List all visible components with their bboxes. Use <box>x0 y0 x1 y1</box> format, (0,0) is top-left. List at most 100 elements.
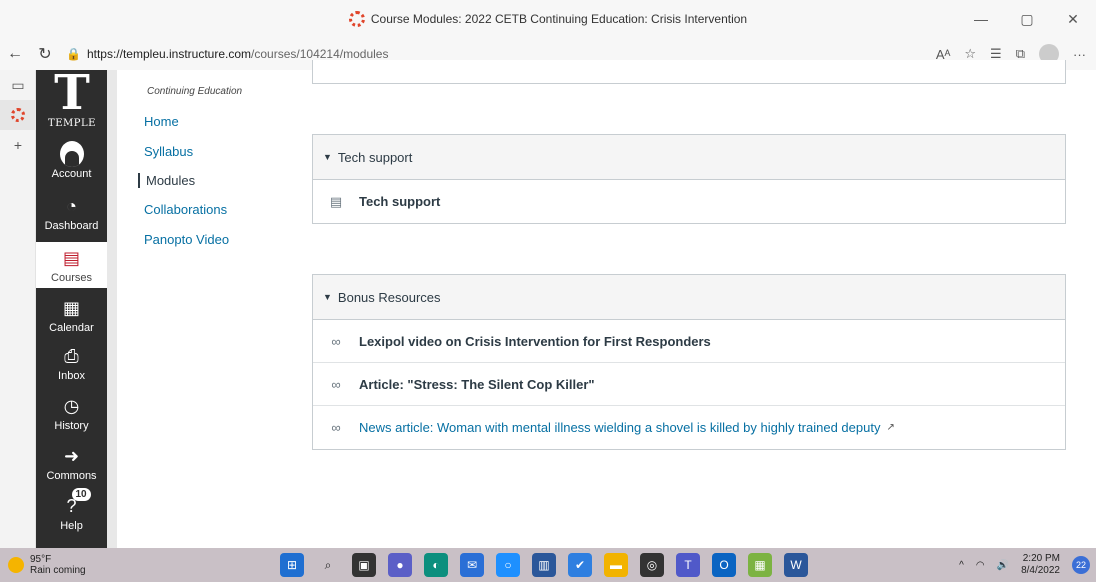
store-icon[interactable]: ▥ <box>532 553 556 577</box>
minimize-button[interactable]: — <box>958 0 1004 38</box>
account-icon <box>59 141 84 167</box>
module-tech-support: ▼ Tech support ▤ Tech support <box>312 134 1066 224</box>
course-nav-collaborations[interactable]: Collaborations <box>144 202 227 217</box>
cortana-icon[interactable]: ○ <box>496 553 520 577</box>
nav-label: Commons <box>46 470 97 482</box>
global-nav-scrollbar[interactable] <box>107 70 117 548</box>
mail-icon[interactable]: ✉ <box>460 553 484 577</box>
wifi-icon[interactable]: ◠ <box>976 560 985 571</box>
inbox-icon: ⎙ <box>64 345 79 366</box>
todo-icon[interactable]: ✔ <box>568 553 592 577</box>
help-badge: 10 <box>71 488 91 501</box>
teams-icon[interactable]: T <box>676 553 700 577</box>
taskbar: 95°F Rain coming ⊞ ⌕ ▣ ● ◐ ✉ ○ ▥ ✔ ▬ ◎ T… <box>0 548 1096 582</box>
nav-history[interactable]: ◷ History <box>36 394 107 433</box>
window-title: Course Modules: 2022 CETB Continuing Edu… <box>348 11 748 27</box>
volume-icon[interactable]: 🔊 <box>997 560 1009 571</box>
nav-inbox[interactable]: ⎙ Inbox <box>36 344 107 383</box>
temple-t-icon: T <box>54 65 90 121</box>
close-window-button[interactable]: ✕ <box>1050 0 1096 38</box>
weather-widget[interactable]: 95°F Rain coming <box>0 554 200 576</box>
tray-chevron-icon[interactable]: ^ <box>959 560 964 571</box>
word-icon[interactable]: W <box>784 553 808 577</box>
chat-icon[interactable]: ● <box>388 553 412 577</box>
clock[interactable]: 2:20 PM 8/4/2022 <box>1021 553 1060 577</box>
dashboard-icon: ◔ <box>66 195 77 216</box>
global-nav: T TEMPLE Account ◔ Dashboard ▤ Courses ▦… <box>36 65 117 548</box>
browser-tab-strip: ▭ + <box>0 70 36 548</box>
nav-account[interactable]: Account <box>36 141 107 180</box>
lock-icon: 🔒 <box>66 47 81 61</box>
link-icon: ∞ <box>331 376 341 392</box>
restore-button[interactable]: ▢ <box>1004 0 1050 38</box>
task-view-icon[interactable]: ▣ <box>352 553 376 577</box>
page-icon: ▤ <box>329 193 343 209</box>
module-item[interactable]: ▤ Tech support <box>313 180 1065 223</box>
module-item[interactable]: ∞ Article: "Stress: The Silent Cop Kille… <box>313 363 1065 406</box>
nav-help[interactable]: ? 10 Help <box>36 488 107 532</box>
course-nav-panopto[interactable]: Panopto Video <box>144 232 229 247</box>
outlook-icon[interactable]: O <box>712 553 736 577</box>
course-nav: Continuing Education Home Syllabus Modul… <box>117 70 297 548</box>
link-icon: ∞ <box>331 333 341 349</box>
refresh-button[interactable]: ↻ <box>30 40 60 68</box>
module-item-title[interactable]: Article: "Stress: The Silent Cop Killer" <box>359 377 595 392</box>
course-nav-home[interactable]: Home <box>144 114 179 129</box>
start-icon[interactable]: ⊞ <box>280 553 304 577</box>
url-path: /courses/104214/modules <box>251 47 389 61</box>
tab-actions-icon[interactable]: ▭ <box>0 70 36 100</box>
clock-date: 8/4/2022 <box>1021 565 1060 576</box>
new-tab-icon[interactable]: + <box>0 130 36 160</box>
module-bonus-resources: ▼ Bonus Resources ∞ Lexipol video on Cri… <box>312 274 1066 450</box>
course-nav-syllabus[interactable]: Syllabus <box>144 144 193 159</box>
nav-label: History <box>54 420 89 432</box>
commons-icon: ➜ <box>63 445 80 466</box>
collapse-caret-icon: ▼ <box>323 292 332 302</box>
module-item-title[interactable]: News article: Woman with mental illness … <box>359 420 880 435</box>
chrome-icon[interactable]: ◎ <box>640 553 664 577</box>
link-icon: ∞ <box>331 420 341 435</box>
app-icon[interactable]: ▦ <box>748 553 772 577</box>
nav-calendar[interactable]: ▦ Calendar <box>36 296 107 335</box>
taskbar-apps: ⊞ ⌕ ▣ ● ◐ ✉ ○ ▥ ✔ ▬ ◎ T O ▦ W <box>280 553 808 577</box>
window-title-text: Course Modules: 2022 CETB Continuing Edu… <box>370 12 748 26</box>
collapse-caret-icon: ▼ <box>323 152 332 162</box>
module-header[interactable]: ▼ Bonus Resources <box>313 275 1065 320</box>
course-nav-modules[interactable]: Modules <box>138 173 195 188</box>
window-titlebar: Course Modules: 2022 CETB Continuing Edu… <box>0 0 1096 38</box>
weather-icon <box>8 557 24 573</box>
module-item-title[interactable]: Tech support <box>359 194 440 209</box>
history-icon: ◷ <box>63 395 80 416</box>
nav-label: Inbox <box>58 370 85 382</box>
edge-icon[interactable]: ◐ <box>424 553 448 577</box>
weather-temp: 95°F <box>30 554 52 565</box>
nav-courses[interactable]: ▤ Courses <box>36 242 107 288</box>
nav-dashboard[interactable]: ◔ Dashboard <box>36 194 107 233</box>
module-partial <box>312 60 1066 84</box>
weather-desc: Rain coming <box>30 565 86 576</box>
module-title: Tech support <box>337 149 413 165</box>
system-tray: ^ ◠ 🔊 2:20 PM 8/4/2022 22 <box>959 548 1090 582</box>
help-icon: ? 10 <box>60 488 91 518</box>
url-host: https://templeu.instructure.com <box>86 47 252 61</box>
module-item-title[interactable]: Lexipol video on Crisis Intervention for… <box>359 334 711 349</box>
back-button[interactable]: ← <box>0 40 30 68</box>
window-controls: — ▢ ✕ <box>958 0 1096 38</box>
canvas-favicon-icon <box>348 11 365 27</box>
notification-badge[interactable]: 22 <box>1072 556 1090 574</box>
nav-label: Account <box>51 168 92 180</box>
canvas-tab-icon[interactable] <box>0 100 36 130</box>
clock-time: 2:20 PM <box>1022 553 1060 564</box>
nav-label: Courses <box>51 272 92 284</box>
search-icon[interactable]: ⌕ <box>316 553 340 577</box>
module-header[interactable]: ▼ Tech support <box>313 135 1065 180</box>
nav-commons[interactable]: ➜ Commons <box>36 444 107 483</box>
temple-wordmark: TEMPLE <box>48 118 96 129</box>
file-explorer-icon[interactable]: ▬ <box>604 553 628 577</box>
more-menu-icon[interactable]: ··· <box>1073 47 1086 62</box>
module-item[interactable]: ∞ News article: Woman with mental illnes… <box>313 406 1065 449</box>
courses-icon: ▤ <box>62 247 80 268</box>
module-item[interactable]: ∞ Lexipol video on Crisis Intervention f… <box>313 320 1065 363</box>
nav-label: Help <box>60 520 83 532</box>
temple-logo[interactable]: T TEMPLE <box>44 65 100 140</box>
